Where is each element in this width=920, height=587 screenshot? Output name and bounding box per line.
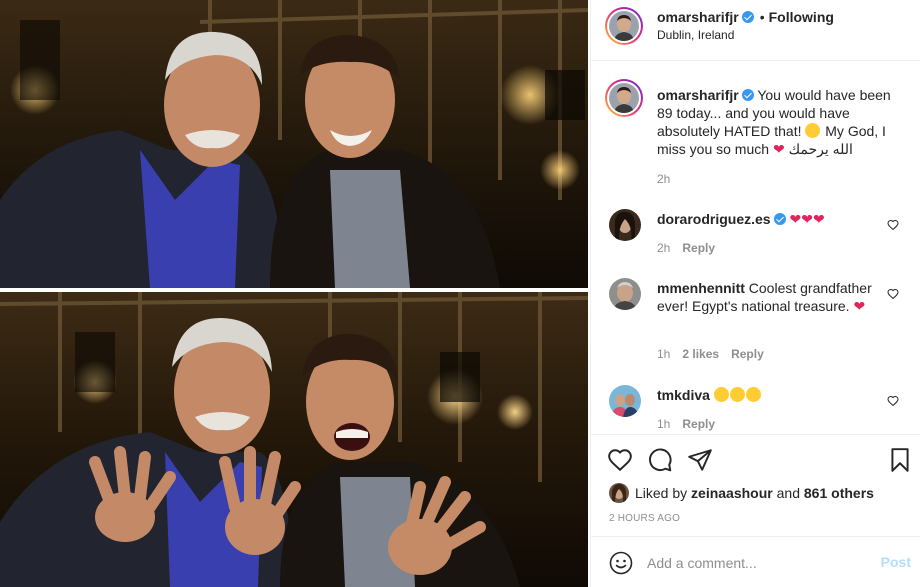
comment-composer: Post	[591, 536, 920, 587]
star-struck-emoji-icon	[713, 387, 729, 402]
caption-avatar[interactable]	[605, 79, 643, 117]
location-link[interactable]: Dublin, Ireland	[657, 28, 734, 42]
comment-text: tmkdiva	[657, 386, 887, 404]
likes-count-link[interactable]: 861 others	[804, 485, 874, 501]
comment-likes-button[interactable]: 2 likes	[682, 347, 719, 361]
comment-text: dorarodriguez.es ❤❤❤	[657, 210, 887, 228]
commenter-avatar[interactable]	[609, 385, 641, 417]
commenter-avatar[interactable]	[609, 278, 641, 310]
liked-by-prefix: Liked by	[635, 485, 688, 501]
share-icon[interactable]	[687, 447, 713, 473]
comments-list[interactable]: omarsharifjr You would have been 89 toda…	[591, 62, 920, 434]
post-photo-bottom[interactable]	[0, 292, 588, 587]
reply-button[interactable]: Reply	[682, 241, 715, 255]
liked-by-summary: Liked by zeinaashour and 861 others	[609, 483, 874, 503]
like-heart-icon[interactable]	[607, 447, 633, 473]
red-heart-emoji-icon: ❤	[772, 141, 785, 157]
comment-time: 1h	[657, 417, 671, 431]
comment-time: 1h	[657, 347, 671, 361]
post-media[interactable]	[0, 0, 590, 587]
following-button[interactable]: Following	[769, 9, 834, 25]
laughing-emoji-icon	[805, 123, 821, 138]
comment-icon[interactable]	[647, 447, 673, 473]
liked-by-user[interactable]: zeinaashour	[691, 485, 773, 501]
verified-badge-icon	[773, 213, 786, 225]
comment-username[interactable]: dorarodriguez.es	[657, 211, 771, 227]
heart-icon[interactable]	[887, 395, 899, 407]
verified-badge-icon	[741, 11, 754, 23]
reply-button[interactable]: Reply	[731, 347, 764, 361]
post-actions: Liked by zeinaashour and 861 others 2 HO…	[591, 434, 920, 544]
post-header: omarsharifjr • Following Dublin, Ireland	[591, 0, 920, 61]
comment-username[interactable]: tmkdiva	[657, 387, 710, 403]
comment-username[interactable]: mmenhennitt	[657, 280, 745, 296]
header-separator: •	[759, 9, 765, 25]
liker-avatar[interactable]	[609, 483, 629, 503]
red-heart-emoji-icon: ❤	[853, 298, 866, 314]
heart-icon[interactable]	[887, 219, 899, 231]
liked-by-middle: and	[776, 485, 800, 501]
save-icon[interactable]	[887, 447, 913, 473]
caption-username[interactable]: omarsharifjr	[657, 87, 739, 103]
star-struck-emoji-icon	[745, 387, 761, 402]
post-side-panel: omarsharifjr •Following Dublin, Ireland	[590, 0, 920, 587]
post-photo-top[interactable]	[0, 0, 588, 288]
author-username[interactable]: omarsharifjr	[657, 9, 739, 25]
smile-icon[interactable]	[609, 551, 633, 575]
star-struck-emoji-icon	[729, 387, 745, 402]
caption-timestamp: 2h	[657, 172, 671, 186]
caption-text: omarsharifjr You would have been 89 toda…	[657, 86, 905, 158]
post-button[interactable]: Post	[881, 554, 911, 570]
comment-text: mmenhennitt Coolest grandfather ever! Eg…	[657, 279, 887, 315]
comment-meta: 2h Reply	[657, 241, 727, 255]
verified-badge-icon	[741, 89, 754, 101]
reply-button[interactable]: Reply	[682, 417, 715, 431]
comment-time: 2h	[657, 241, 671, 255]
caption-arabic: الله يرحمك	[788, 141, 853, 157]
post-timestamp[interactable]: 2 HOURS AGO	[609, 513, 680, 524]
red-heart-emoji-icon: ❤❤❤	[789, 211, 825, 227]
comment-meta: 1h Reply	[657, 417, 727, 431]
heart-icon[interactable]	[887, 288, 899, 300]
comment-input[interactable]	[647, 551, 867, 575]
commenter-avatar[interactable]	[609, 209, 641, 241]
comment-meta: 1h 2 likes Reply	[657, 347, 776, 361]
author-avatar[interactable]	[605, 7, 643, 45]
